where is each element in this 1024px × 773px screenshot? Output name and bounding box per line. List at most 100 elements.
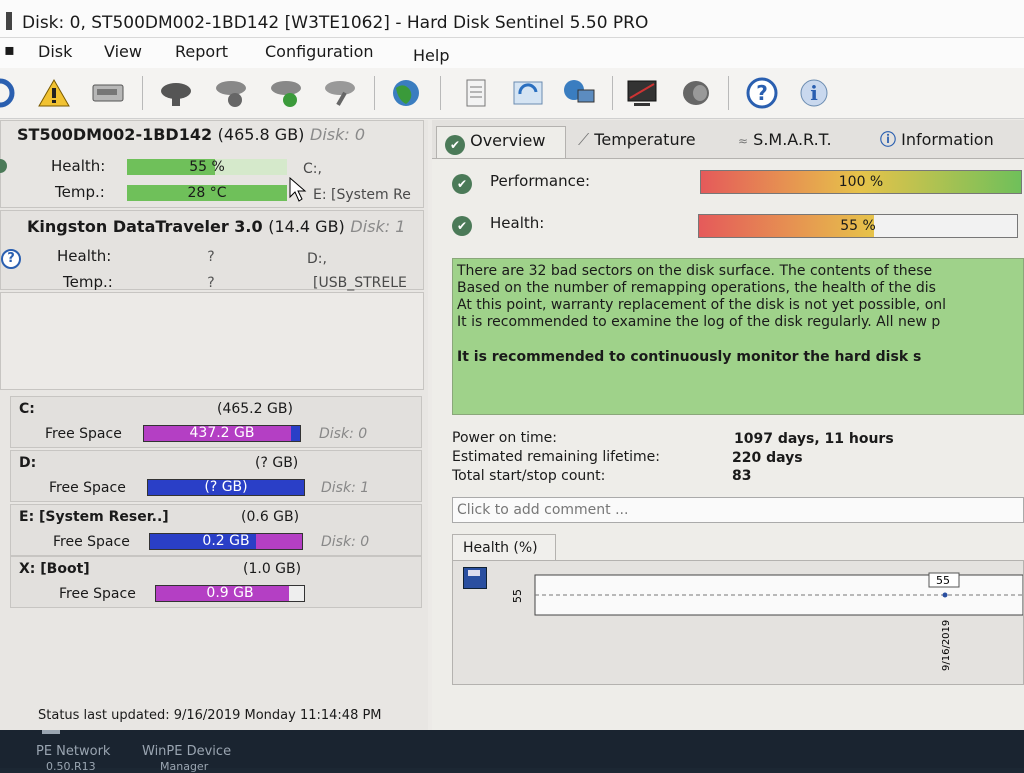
tab-information[interactable]: ⓘ Information	[880, 126, 994, 154]
volume-x[interactable]: X: [Boot] (1.0 GB) Free Space 0.9 GB	[10, 556, 422, 608]
tab-label: Information	[901, 130, 994, 149]
lifetime-value: 220 days	[732, 450, 803, 466]
smart-icon: ≈	[738, 134, 749, 148]
disk-test-icon[interactable]	[213, 76, 249, 110]
volume-disk-label: Disk: 0	[319, 426, 368, 442]
disk-tool-icon[interactable]	[158, 76, 194, 110]
disk-size: (14.4 GB)	[268, 217, 345, 236]
mouse-cursor-icon	[289, 177, 307, 202]
y-tick-label: 55	[511, 589, 524, 603]
status-bar: Status last updated: 9/16/2019 Monday 11…	[38, 708, 382, 723]
health-status-icon: ✔	[452, 212, 472, 236]
tab-label: Temperature	[594, 130, 696, 149]
info-icon[interactable]: i	[796, 76, 832, 110]
menu-arrow-icon: ▪	[4, 40, 15, 59]
status-unknown-icon: ?	[1, 249, 21, 269]
performance-label: Performance:	[490, 172, 591, 190]
menu-disk[interactable]: Disk	[38, 42, 72, 61]
disk-ok-icon[interactable]	[268, 76, 304, 110]
disk-card-0[interactable]: ST500DM002-1BD142 (465.8 GB) Disk: 0 Hea…	[0, 120, 424, 208]
startstop-label: Total start/stop count:	[452, 468, 606, 484]
health-bar: 55 %	[127, 159, 287, 175]
disk-card-1[interactable]: Kingston DataTraveler 3.0 (14.4 GB) Disk…	[0, 210, 424, 291]
disk-list-panel: ST500DM002-1BD142 (465.8 GB) Disk: 0 Hea…	[0, 120, 428, 730]
health-message-box: There are 32 bad sectors on the disk sur…	[452, 258, 1024, 415]
toolbar: ? i	[0, 68, 1024, 119]
message-line: There are 32 bad sectors on the disk sur…	[457, 263, 933, 279]
health-value: ?	[207, 249, 215, 265]
volume-size: (1.0 GB)	[243, 561, 302, 577]
tab-label: S.M.A.R.T.	[753, 130, 832, 149]
help-icon[interactable]: ?	[744, 76, 780, 110]
message-recommendation: It is recommended to continuously monito…	[457, 349, 922, 365]
disk-model: Kingston DataTraveler 3.0	[27, 217, 263, 236]
tab-temperature[interactable]: ⟋ Temperature	[578, 126, 696, 154]
disk-repair-icon[interactable]	[322, 76, 358, 110]
health-bar: ?	[131, 249, 291, 265]
taskbar-winpe-device[interactable]: WinPE Device	[142, 744, 231, 759]
free-space-value: 0.9 GB	[206, 585, 254, 601]
alert-icon[interactable]	[36, 76, 72, 110]
network-icon	[42, 730, 60, 734]
volume-c[interactable]: C: (465.2 GB) Free Space 437.2 GB Disk: …	[10, 396, 422, 448]
volume-name: X: [Boot]	[19, 561, 90, 577]
health-value: 55 %	[840, 218, 876, 234]
volume-name: D:	[19, 455, 37, 471]
volume-disk-label: Disk: 1	[321, 480, 370, 496]
monitor-icon[interactable]	[624, 76, 660, 110]
health-chart-tab[interactable]: Health (%)	[452, 534, 556, 560]
disk-title: ST500DM002-1BD142 (465.8 GB) Disk: 0	[17, 125, 365, 144]
toolbar-separator	[142, 76, 143, 110]
health-label: Health:	[57, 247, 112, 265]
refresh-icon[interactable]	[0, 76, 18, 110]
toolbar-separator	[728, 76, 729, 110]
free-space-value: 437.2 GB	[189, 425, 255, 441]
temp-label: Temp.:	[63, 273, 113, 291]
thermometer-icon: ⟋	[578, 130, 590, 149]
title-bar: Disk: 0, ST500DM002-1BD142 [W3TE1062] - …	[0, 0, 1024, 38]
menu-view[interactable]: View	[104, 42, 142, 61]
temp-bar: 28 °C	[127, 185, 287, 201]
svg-text:i: i	[810, 81, 818, 105]
temp-label: Temp.:	[55, 183, 105, 201]
info-icon: ⓘ	[880, 130, 897, 149]
tab-smart[interactable]: ≈ S.M.A.R.T.	[738, 126, 832, 154]
data-point	[942, 592, 948, 598]
sync-icon[interactable]	[510, 76, 546, 110]
health-label: Health:	[51, 157, 106, 175]
free-space-label: Free Space	[45, 426, 122, 442]
menu-report[interactable]: Report	[175, 42, 228, 61]
volume-e[interactable]: E: [System Reser..] (0.6 GB) Free Space …	[10, 504, 422, 556]
comment-field[interactable]: Click to add comment ...	[452, 497, 1024, 523]
partition-label: E: [System Re	[313, 187, 411, 203]
volume-d[interactable]: D: (? GB) Free Space (? GB) Disk: 1	[10, 450, 422, 502]
menu-configuration[interactable]: Configuration	[265, 42, 374, 61]
network-icon[interactable]	[560, 76, 596, 110]
taskbar-pe-network[interactable]: PE Network	[36, 744, 110, 759]
free-space-label: Free Space	[53, 534, 130, 550]
speaker-icon[interactable]	[678, 76, 714, 110]
disk-model: ST500DM002-1BD142	[17, 125, 213, 144]
free-space-bar: 0.9 GB	[155, 585, 305, 602]
temp-bar: ?	[131, 275, 291, 291]
disk-title: Kingston DataTraveler 3.0 (14.4 GB) Disk…	[27, 217, 405, 236]
free-space-bar: 0.2 GB	[149, 533, 303, 550]
volume-size: (0.6 GB)	[241, 509, 300, 525]
partition-label: [USB_STRELE	[313, 275, 407, 291]
free-space-value: 0.2 GB	[202, 533, 250, 549]
tab-overview[interactable]: ✔ Overview	[436, 126, 566, 158]
free-space-bar: (? GB)	[147, 479, 305, 496]
volume-size: (465.2 GB)	[217, 401, 293, 417]
toolbar-separator	[374, 76, 375, 110]
temp-value: ?	[207, 275, 215, 291]
app-window: Disk: 0, ST500DM002-1BD142 [W3TE1062] - …	[0, 0, 1024, 730]
disk-drive-icon[interactable]	[90, 76, 126, 110]
menu-bar: ▪ Disk View Report Configuration Help	[0, 38, 1024, 68]
data-label: 55	[936, 574, 950, 587]
startstop-value: 83	[732, 468, 752, 484]
svg-text:?: ?	[756, 81, 768, 105]
globe-icon[interactable]	[388, 76, 424, 110]
report-icon[interactable]	[458, 76, 494, 110]
performance-bar: 100 %	[700, 170, 1022, 194]
menu-help[interactable]: Help	[413, 46, 449, 65]
